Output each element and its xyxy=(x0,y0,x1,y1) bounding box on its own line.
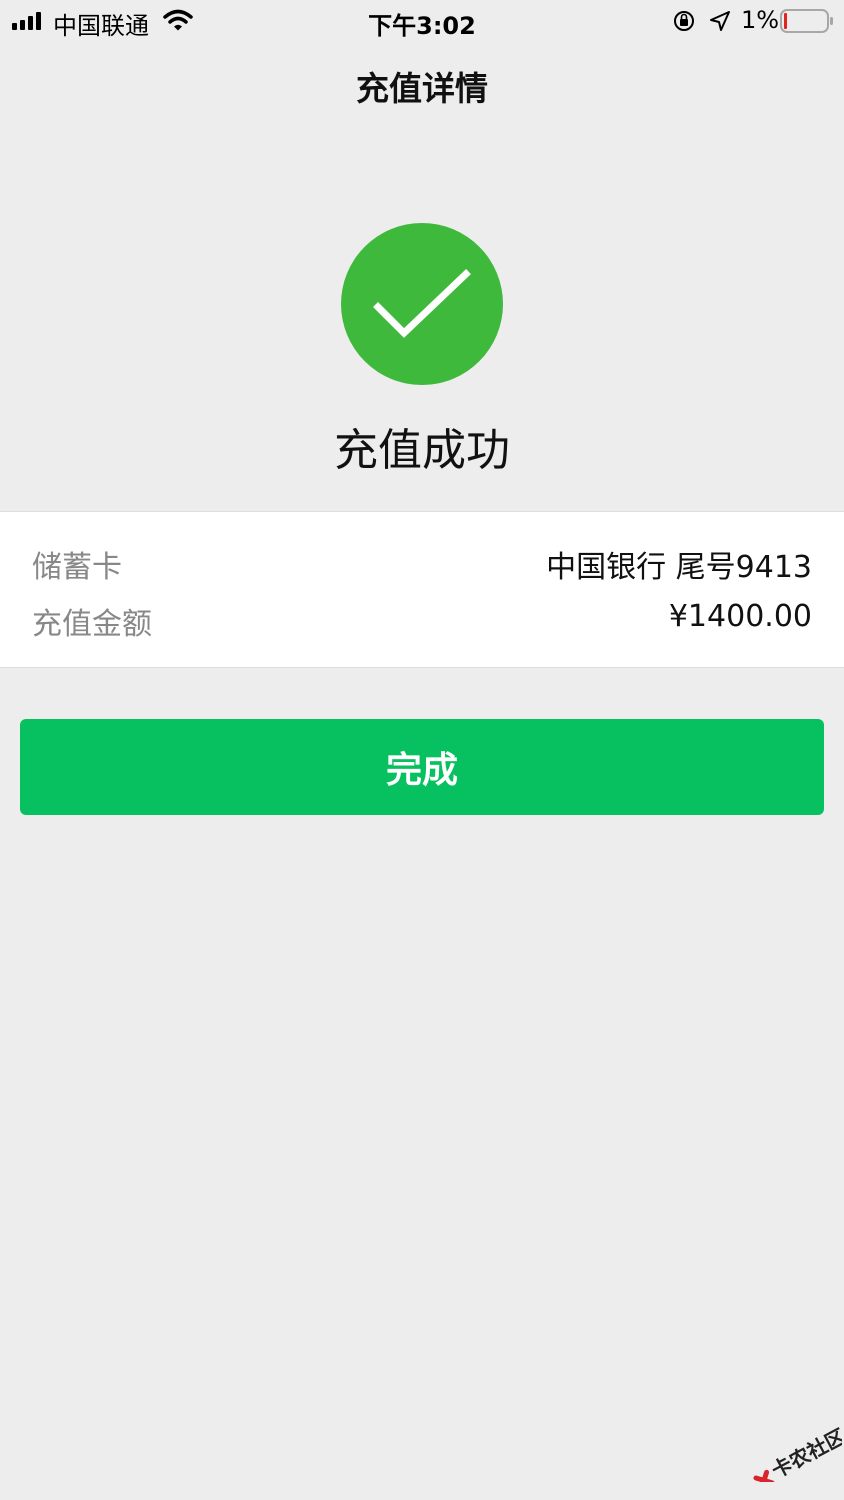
success-message: 充值成功 xyxy=(334,425,510,476)
page-title: 充值详情 xyxy=(356,69,488,108)
done-button[interactable]: 完成 xyxy=(20,719,824,815)
status-bar: 中国联通 下午3:02 1% xyxy=(0,0,844,44)
rotation-lock-icon xyxy=(674,11,694,31)
detail-row-amount: 充值金额 ¥1400.00 xyxy=(32,599,812,642)
battery-percentage: 1% xyxy=(741,6,780,34)
battery-icon xyxy=(780,9,833,33)
detail-row-card: 储蓄卡 中国银行 尾号9413 xyxy=(32,542,812,585)
detail-label: 充值金额 xyxy=(32,607,152,642)
svg-text:卡农社区: 卡农社区 xyxy=(768,1424,842,1482)
check-circle-icon xyxy=(341,223,503,385)
watermark-logo: 卡农社区 xyxy=(753,1424,842,1482)
detail-label: 储蓄卡 xyxy=(32,550,122,585)
location-arrow-icon xyxy=(710,11,730,31)
detail-value: 中国银行 尾号9413 xyxy=(546,550,812,585)
recharge-details: 储蓄卡 中国银行 尾号9413 充值金额 ¥1400.00 xyxy=(0,511,844,668)
detail-value: ¥1400.00 xyxy=(668,599,812,634)
